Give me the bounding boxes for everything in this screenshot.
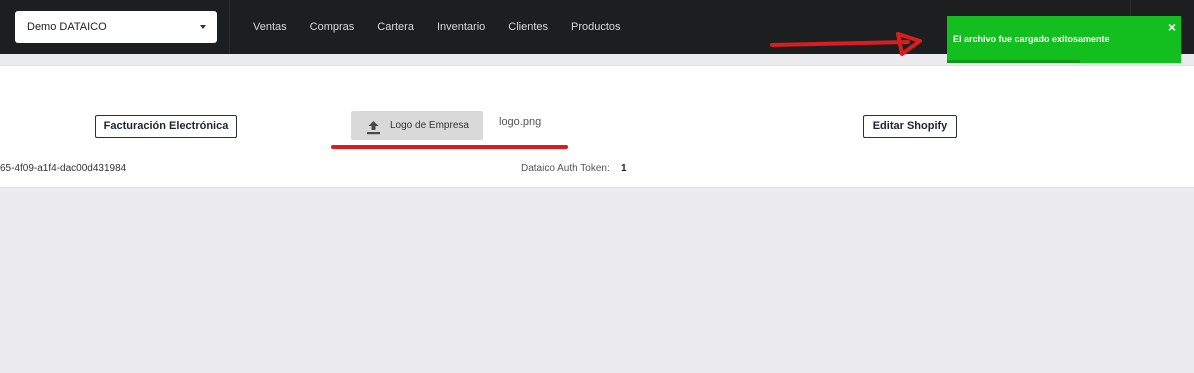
caret-down-icon bbox=[200, 25, 206, 29]
company-select[interactable]: Demo DATAICO bbox=[15, 11, 217, 43]
annotation-arrow bbox=[770, 32, 922, 56]
nav-item-ventas[interactable]: Ventas bbox=[253, 0, 287, 54]
nav-divider bbox=[229, 0, 230, 54]
toast-progress-bar bbox=[947, 60, 1081, 63]
auth-token-value: 1 bbox=[621, 163, 627, 174]
facturacion-electronica-button[interactable]: Facturación Electrónica bbox=[95, 115, 237, 138]
auth-token-label: Dataico Auth Token: bbox=[521, 163, 610, 174]
editar-shopify-button[interactable]: Editar Shopify bbox=[863, 115, 957, 138]
nav-item-productos[interactable]: Productos bbox=[571, 0, 621, 54]
close-icon[interactable]: × bbox=[1168, 18, 1176, 36]
logo-filename: logo.png bbox=[499, 116, 542, 128]
main-nav: Ventas Compras Cartera Inventario Client… bbox=[253, 0, 644, 54]
nav-item-compras[interactable]: Compras bbox=[310, 0, 355, 54]
company-select-value: Demo DATAICO bbox=[27, 21, 107, 33]
upload-icon bbox=[366, 118, 381, 147]
logo-empresa-button[interactable]: Logo de Empresa bbox=[351, 111, 483, 140]
settings-card: Facturación Electrónica Logo de Empresa … bbox=[0, 65, 1194, 188]
logo-empresa-label: Logo de Empresa bbox=[390, 120, 469, 131]
toast-message: El archivo fue cargado exitosamente bbox=[953, 34, 1110, 44]
success-toast: El archivo fue cargado exitosamente × bbox=[947, 16, 1181, 63]
nav-item-cartera[interactable]: Cartera bbox=[377, 0, 414, 54]
annotation-underline bbox=[331, 145, 568, 149]
nav-item-inventario[interactable]: Inventario bbox=[437, 0, 485, 54]
token-id-text: 65-4f09-a1f4-dac00d431984 bbox=[0, 163, 127, 174]
nav-item-clientes[interactable]: Clientes bbox=[508, 0, 548, 54]
